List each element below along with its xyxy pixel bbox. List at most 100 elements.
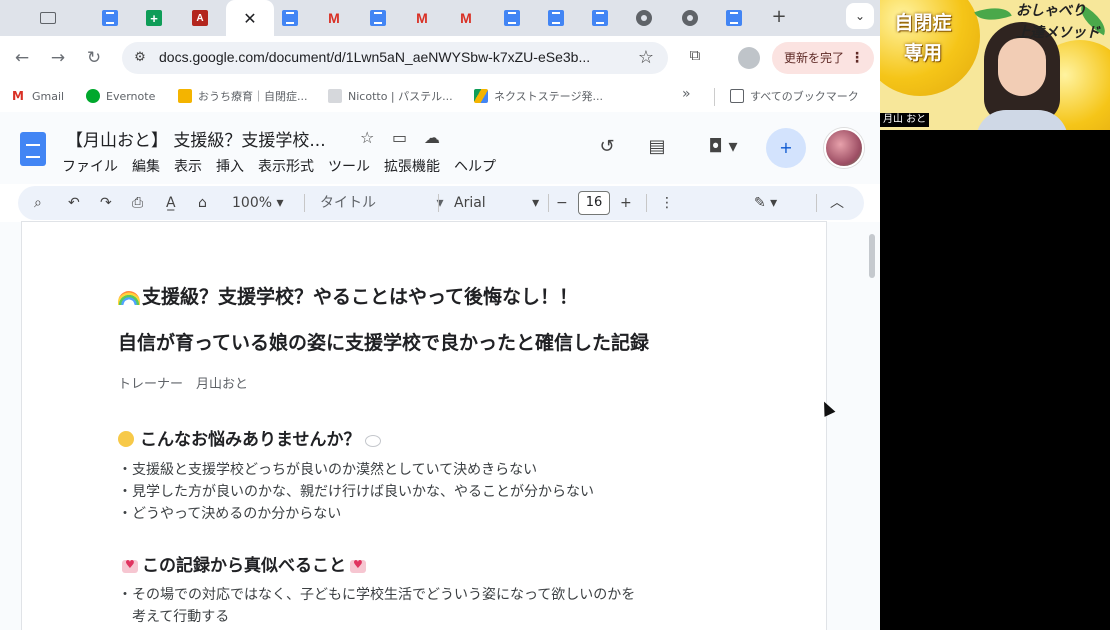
tab[interactable] (272, 0, 308, 36)
bookmarks-overflow-icon[interactable]: » (682, 86, 691, 102)
list-item[interactable]: ・その場での対応ではなく、子どもに学校生活でどういう姿になって欲しいのかを (118, 584, 635, 604)
tab[interactable]: A (182, 0, 218, 36)
bookmark-gmail[interactable]: M Gmail (12, 87, 64, 105)
docs-icon (592, 10, 608, 26)
browser-toolbar: ← → ↻ ⚙ docs.google.com/document/d/1Lwn5… (0, 36, 880, 80)
extensions-icon[interactable]: ⧉ (684, 46, 706, 68)
tab[interactable]: M (316, 0, 352, 36)
menu-view[interactable]: 表示 (174, 156, 202, 176)
bookmark-nicotto[interactable]: Nicotto | パステル... (328, 87, 453, 105)
evernote-icon (86, 89, 100, 103)
bookmark-star-icon[interactable]: ☆ (634, 46, 658, 70)
docs-logo-icon[interactable] (20, 132, 46, 166)
tab[interactable] (30, 0, 66, 36)
star-icon[interactable]: ☆ (360, 128, 374, 147)
page-icon (328, 89, 342, 103)
menu-tools[interactable]: ツール (328, 156, 370, 176)
close-icon[interactable]: ✕ (243, 9, 256, 28)
document-canvas: 支援級？支援学校？やることはやって後悔なし！！ 自信が育っている娘の姿に支援学校… (0, 222, 880, 630)
redo-icon[interactable]: ↷ (100, 193, 112, 213)
avatar[interactable] (824, 128, 864, 168)
forward-icon[interactable]: → (46, 46, 70, 70)
editing-mode-icon[interactable]: ✎ ▾ (754, 193, 777, 213)
history-icon[interactable]: ↺ (594, 134, 620, 160)
tab[interactable]: M (448, 0, 484, 36)
profile-avatar[interactable] (738, 47, 760, 69)
reload-icon[interactable]: ↻ (82, 46, 106, 70)
site-info-icon[interactable]: ⚙ (132, 50, 148, 66)
gmail-icon: M (328, 10, 340, 26)
search-menus-icon[interactable]: ⌕ (34, 193, 42, 213)
decrease-font-icon[interactable]: − (556, 193, 568, 213)
bookmark-nextstage[interactable]: ネクストステージ発... (474, 87, 603, 105)
presenter-video: 自閉症 専用 おしゃべり 上達メソッド 月山 おと (880, 0, 1110, 130)
meet-icon[interactable]: ◘ ▾ (700, 134, 746, 160)
bookmark-evernote[interactable]: Evernote (86, 87, 155, 105)
spellcheck-icon[interactable]: A̲ (166, 193, 176, 213)
menu-file[interactable]: ファイル (62, 156, 118, 176)
tab[interactable] (582, 0, 618, 36)
acrobat-icon: A (192, 10, 208, 26)
doc-heading-1[interactable]: 支援級？支援学校？やることはやって後悔なし！！ (118, 282, 578, 309)
doc-section-1-title[interactable]: こんなお悩みありませんか？ (118, 425, 381, 450)
bookmark-label: ネクストステージ発... (494, 90, 603, 103)
comments-icon[interactable]: ▤ (644, 134, 670, 160)
divider (816, 194, 817, 212)
bookmarks-bar: M Gmail Evernote おうち療育｜自閉症... Nicotto | パ… (0, 80, 880, 112)
move-folder-icon[interactable]: ▭ (392, 128, 407, 147)
document-page[interactable]: 支援級？支援学校？やることはやって後悔なし！！ 自信が育っている娘の姿に支援学校… (22, 222, 826, 630)
tab[interactable]: M (404, 0, 440, 36)
back-icon[interactable]: ← (10, 46, 34, 70)
tab[interactable] (626, 0, 662, 36)
doc-author[interactable]: トレーナー 月山おと (118, 373, 248, 392)
list-item[interactable]: 考えて行動する (118, 606, 229, 626)
list-item[interactable]: ・支援級と支援学校どっちが良いのか漠然としていて決めきらない (118, 459, 537, 479)
print-icon[interactable]: ⎙ (132, 193, 143, 213)
share-button[interactable]: + (766, 128, 806, 168)
url-text[interactable]: docs.google.com/document/d/1Lwn5aN_aeNWY… (159, 49, 590, 65)
chrome-icon (682, 10, 698, 26)
scrollbar-thumb[interactable] (869, 234, 875, 278)
doc-section-2-title[interactable]: この記録から真似べること (118, 551, 370, 576)
bookmark-ouchi[interactable]: おうち療育｜自閉症... (178, 87, 308, 105)
tab[interactable] (494, 0, 530, 36)
list-item[interactable]: ・どうやって決めるのか分からない (118, 503, 341, 523)
new-tab-button[interactable]: + (768, 6, 790, 28)
menu-edit[interactable]: 編集 (132, 156, 160, 176)
banner-left: 自閉症 専用 (884, 8, 962, 68)
tab[interactable] (360, 0, 396, 36)
tab-search-button[interactable]: ⌄ (846, 3, 874, 29)
menu-help[interactable]: ヘルプ (454, 156, 496, 176)
chrome-icon (636, 10, 652, 26)
zoom-select[interactable]: 100% ▾ (232, 193, 284, 213)
divider (714, 88, 715, 106)
increase-font-icon[interactable]: + (620, 193, 632, 213)
tab[interactable] (716, 0, 752, 36)
more-icon[interactable]: ⋮ (850, 42, 864, 74)
list-item[interactable]: ・見学した方が良いのかな、親だけ行けば良いかな、やることが分からない (118, 481, 594, 501)
font-size-input[interactable]: 16 (578, 191, 610, 215)
menu-bar: ファイル 編集 表示 挿入 表示形式 ツール 拡張機能 ヘルプ (62, 156, 510, 176)
gmail-icon: M (12, 89, 26, 103)
menu-extensions[interactable]: 拡張機能 (384, 156, 440, 176)
doc-heading-1b[interactable]: 自信が育っている娘の姿に支援学校で良かったと確信した記録 (118, 328, 649, 355)
tab[interactable] (538, 0, 574, 36)
document-title[interactable]: 【月山おと】 支援級？支援学校... (66, 126, 326, 151)
tab[interactable] (92, 0, 128, 36)
font-select[interactable]: Arial ▾ (454, 193, 539, 213)
collapse-icon[interactable]: ︿ (830, 193, 844, 213)
all-bookmarks[interactable]: すべてのブックマーク (730, 87, 859, 105)
paint-format-icon[interactable]: ⌂ (198, 193, 207, 213)
section-title-text: この記録から真似べること (142, 556, 346, 576)
more-icon[interactable]: ⋮ (660, 193, 674, 213)
style-select[interactable]: タイトル ▾ (320, 193, 443, 213)
menu-insert[interactable]: 挿入 (216, 156, 244, 176)
update-button[interactable]: 更新を完了 ⋮ (772, 42, 874, 74)
tab[interactable]: + (136, 0, 172, 36)
undo-icon[interactable]: ↶ (68, 193, 80, 213)
cloud-status-icon[interactable]: ☁ (424, 128, 440, 147)
address-bar[interactable]: ⚙ docs.google.com/document/d/1Lwn5aN_aeN… (122, 42, 668, 74)
tab[interactable] (672, 0, 708, 36)
tab-active[interactable]: ✕ (226, 0, 274, 36)
menu-format[interactable]: 表示形式 (258, 156, 314, 176)
